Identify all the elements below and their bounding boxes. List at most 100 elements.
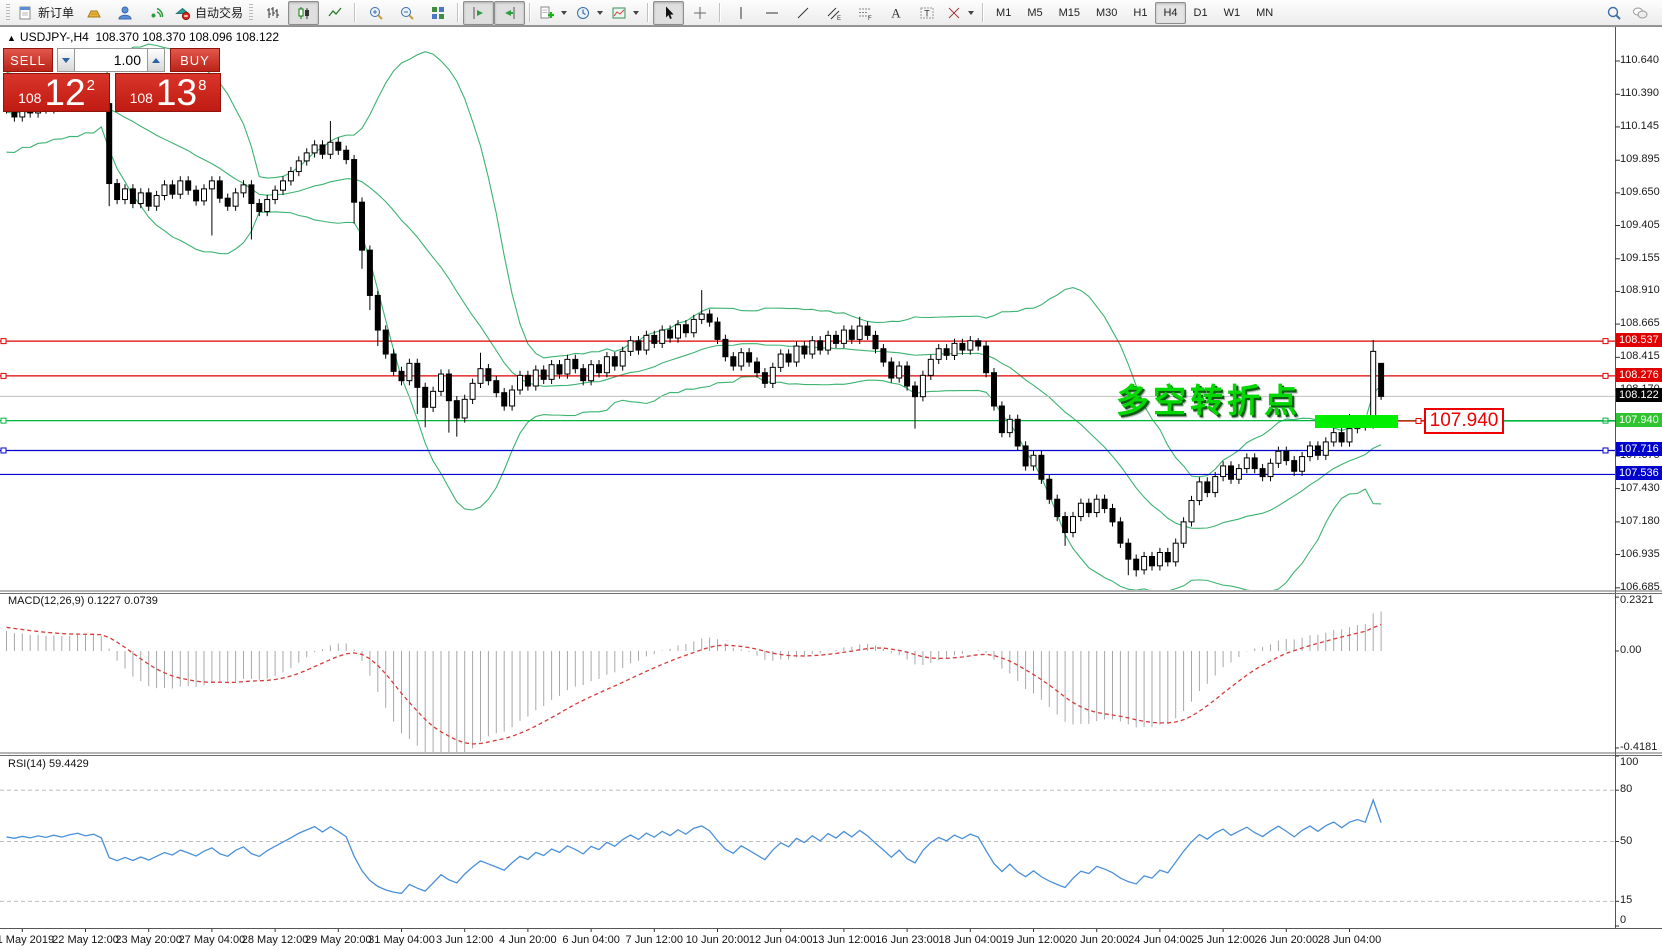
tile-windows-button[interactable] xyxy=(422,1,453,25)
auto-scroll-button[interactable] xyxy=(463,1,494,25)
signals-button[interactable] xyxy=(140,1,171,25)
date-axis-label[interactable]: 28 May 12:00 xyxy=(242,934,309,946)
timeframe-h1-button[interactable]: H1 xyxy=(1125,2,1155,24)
zoom-out-button[interactable] xyxy=(391,1,422,25)
date-axis-label[interactable]: 21 May 2019 xyxy=(0,934,54,946)
sell-price-box[interactable]: 108122 xyxy=(3,73,110,112)
timeframe-m5-button[interactable]: M5 xyxy=(1019,2,1050,24)
date-axis-label[interactable]: 28 Jun 04:00 xyxy=(1318,934,1382,946)
bar-chart-button[interactable] xyxy=(257,1,288,25)
macd-axis-tick[interactable]: -0.4181 xyxy=(1620,741,1657,753)
price-level-label-blue[interactable]: 107.716 xyxy=(1616,442,1662,456)
candlestick-chart-button[interactable] xyxy=(288,1,319,25)
timeframe-w1-button[interactable]: W1 xyxy=(1216,2,1249,24)
price-axis-tick[interactable]: 110.640 xyxy=(1620,54,1659,66)
chart-shift-button[interactable] xyxy=(494,1,525,25)
macd-axis-tick[interactable]: 0.2321 xyxy=(1620,594,1654,606)
date-axis-label[interactable]: 27 May 04:00 xyxy=(179,934,246,946)
trendline-button[interactable] xyxy=(787,1,818,25)
price-axis-tick[interactable]: 109.155 xyxy=(1620,252,1660,264)
rsi-axis-tick[interactable]: 50 xyxy=(1620,835,1632,847)
timeframe-m15-button[interactable]: M15 xyxy=(1051,2,1088,24)
date-axis-label[interactable]: 23 May 20:00 xyxy=(115,934,182,946)
volume-input[interactable] xyxy=(75,48,147,72)
price-level-label-red[interactable]: 108.537 xyxy=(1616,333,1662,347)
rsi-axis-tick[interactable]: 100 xyxy=(1620,756,1638,768)
arrows-button[interactable] xyxy=(942,1,978,25)
macd-axis-tick[interactable]: 0.00 xyxy=(1620,644,1641,656)
chat-icon[interactable] xyxy=(1632,5,1648,21)
rsi-axis-tick[interactable]: 15 xyxy=(1620,894,1632,906)
rsi-axis-tick[interactable]: 0 xyxy=(1620,914,1626,926)
buy-price-box[interactable]: 108138 xyxy=(115,73,221,112)
toolbar-grip[interactable] xyxy=(6,4,10,21)
templates-button[interactable] xyxy=(607,1,643,25)
price-axis-tick[interactable]: 106.935 xyxy=(1620,548,1660,560)
highlight-price-label[interactable]: 107.940 xyxy=(1424,408,1504,434)
volume-increase-button[interactable] xyxy=(147,48,165,72)
cursor-button[interactable] xyxy=(653,1,684,25)
auto-trading-button[interactable]: 自动交易 xyxy=(171,1,247,25)
price-axis-tick[interactable]: 107.430 xyxy=(1620,482,1660,494)
date-axis-label[interactable]: 16 Jun 23:00 xyxy=(875,934,939,946)
buy-button[interactable]: BUY xyxy=(170,48,220,72)
zoom-in-button[interactable] xyxy=(360,1,391,25)
timeframe-h4-button[interactable]: H4 xyxy=(1155,2,1185,24)
date-axis-label[interactable]: 19 Jun 12:00 xyxy=(1002,934,1066,946)
date-axis-label[interactable]: 7 Jun 12:00 xyxy=(626,934,684,946)
date-axis-label[interactable]: 3 Jun 12:00 xyxy=(436,934,494,946)
price-axis-tick[interactable]: 109.895 xyxy=(1620,153,1660,165)
indicators-button[interactable] xyxy=(535,1,571,25)
collapse-icon[interactable]: ▲ xyxy=(7,33,16,43)
fibonacci-button[interactable]: F xyxy=(849,1,880,25)
price-level-label-red[interactable]: 108.276 xyxy=(1616,368,1662,382)
price-axis-tick[interactable]: 108.665 xyxy=(1620,317,1660,329)
date-axis-label[interactable]: 10 Jun 20:00 xyxy=(686,934,750,946)
date-axis-label[interactable]: 31 May 04:00 xyxy=(368,934,435,946)
price-axis-tick[interactable]: 109.650 xyxy=(1620,186,1660,198)
text-button[interactable]: A xyxy=(880,1,911,25)
date-axis-label[interactable]: 4 Jun 20:00 xyxy=(499,934,557,946)
chart-window-title[interactable]: ▲USDJPY-,H4 108.370 108.370 108.096 108.… xyxy=(7,30,279,44)
date-axis-label[interactable]: 12 Jun 04:00 xyxy=(749,934,813,946)
price-axis-tick[interactable]: 108.415 xyxy=(1620,350,1660,362)
text-label-button[interactable]: T xyxy=(911,1,942,25)
price-axis-tick[interactable]: 110.390 xyxy=(1620,87,1659,99)
price-level-label-black[interactable]: 108.122 xyxy=(1616,388,1662,402)
chart-plot[interactable] xyxy=(0,26,1662,950)
date-axis-label[interactable]: 22 May 12:00 xyxy=(52,934,119,946)
price-axis-tick[interactable]: 106.685 xyxy=(1620,581,1660,593)
price-level-label-blue[interactable]: 107.536 xyxy=(1616,466,1662,480)
date-axis-label[interactable]: 24 Jun 04:00 xyxy=(1128,934,1192,946)
timeframe-mn-button[interactable]: MN xyxy=(1248,2,1281,24)
price-axis-tick[interactable]: 108.910 xyxy=(1620,284,1660,296)
date-axis-label[interactable]: 25 Jun 12:00 xyxy=(1191,934,1255,946)
market-watch-button[interactable] xyxy=(78,1,109,25)
date-axis-label[interactable]: 29 May 20:00 xyxy=(305,934,372,946)
volume-decrease-button[interactable] xyxy=(57,48,75,72)
timeframe-m1-button[interactable]: M1 xyxy=(988,2,1019,24)
new-order-button[interactable]: 新订单 xyxy=(14,1,78,25)
price-axis-tick[interactable]: 109.405 xyxy=(1620,219,1660,231)
timeframe-d1-button[interactable]: D1 xyxy=(1186,2,1216,24)
date-axis-label[interactable]: 20 Jun 20:00 xyxy=(1065,934,1129,946)
price-axis-tick[interactable]: 107.180 xyxy=(1620,515,1660,527)
rsi-axis-tick[interactable]: 80 xyxy=(1620,783,1632,795)
timeframe-m30-button[interactable]: M30 xyxy=(1088,2,1125,24)
horizontal-line-button[interactable] xyxy=(756,1,787,25)
date-axis-label[interactable]: 6 Jun 04:00 xyxy=(562,934,620,946)
date-axis-label[interactable]: 26 Jun 20:00 xyxy=(1254,934,1318,946)
date-axis-label[interactable]: 18 Jun 04:00 xyxy=(938,934,1002,946)
price-level-label-green[interactable]: 107.940 xyxy=(1616,413,1662,427)
date-axis-label[interactable]: 13 Jun 12:00 xyxy=(812,934,876,946)
chart-annotation-text[interactable]: 多空转折点 xyxy=(1116,374,1301,422)
vertical-line-button[interactable] xyxy=(725,1,756,25)
highlight-rectangle[interactable] xyxy=(1315,415,1398,428)
line-chart-button[interactable] xyxy=(319,1,350,25)
equidistant-channel-button[interactable]: E xyxy=(818,1,849,25)
toolbar-grip[interactable] xyxy=(249,4,253,21)
price-axis-tick[interactable]: 110.145 xyxy=(1620,120,1659,132)
periods-button[interactable] xyxy=(571,1,607,25)
crosshair-button[interactable] xyxy=(684,1,715,25)
profiles-button[interactable] xyxy=(109,1,140,25)
